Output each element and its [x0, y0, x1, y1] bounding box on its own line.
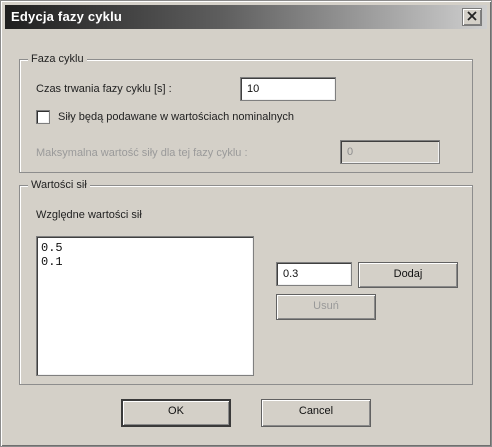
relative-forces-list[interactable]: 0.5 0.1: [36, 236, 254, 376]
add-button[interactable]: Dodaj: [358, 262, 458, 288]
title-bar: Edycja fazy cyklu: [5, 5, 487, 29]
remove-button: Usuń: [276, 294, 376, 320]
close-button[interactable]: [462, 8, 482, 26]
list-item[interactable]: 0.1: [41, 255, 249, 269]
relative-forces-label: Względne wartości sił: [36, 209, 142, 221]
close-icon: [467, 11, 477, 21]
ok-button[interactable]: OK: [121, 399, 231, 427]
nominal-values-checkbox[interactable]: [36, 110, 50, 124]
list-item[interactable]: 0.5: [41, 241, 249, 255]
window-title: Edycja fazy cyklu: [11, 9, 123, 24]
new-force-input[interactable]: [276, 262, 352, 286]
cancel-button[interactable]: Cancel: [261, 399, 371, 427]
forces-group-legend: Wartości sił: [28, 178, 90, 192]
nominal-values-label: Siły będą podawane w wartościach nominal…: [58, 111, 295, 123]
dialog-window: Edycja fazy cyklu Faza cyklu Czas trwani…: [0, 0, 492, 447]
max-force-input: [340, 140, 440, 164]
duration-input[interactable]: [240, 77, 336, 101]
forces-groupbox: Wartości sił Względne wartości sił 0.5 0…: [19, 178, 473, 385]
duration-label: Czas trwania fazy cyklu [s] :: [36, 83, 172, 95]
phase-groupbox: Faza cyklu Czas trwania fazy cyklu [s] :…: [19, 52, 473, 173]
max-force-label: Maksymalna wartość siły dla tej fazy cyk…: [36, 147, 248, 159]
phase-group-legend: Faza cyklu: [28, 52, 87, 66]
